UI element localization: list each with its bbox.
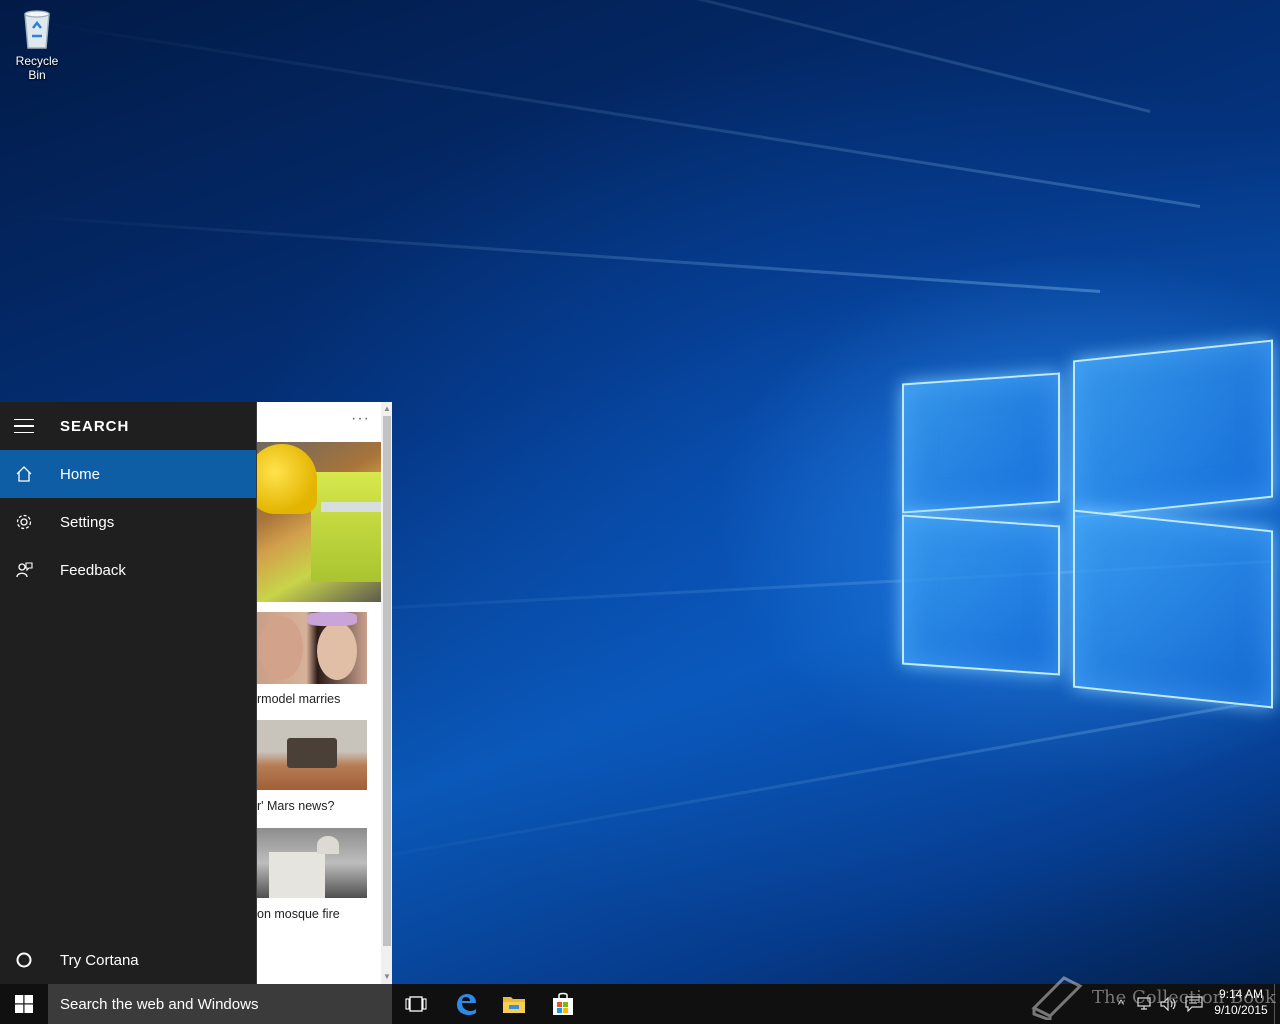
gear-icon	[0, 498, 48, 546]
nav-item-label: Feedback	[60, 561, 126, 579]
try-cortana-button[interactable]: Try Cortana	[0, 936, 256, 984]
news-caption[interactable]: on mosque fire	[257, 907, 340, 921]
taskbar-search-input[interactable]: Search the web and Windows	[48, 984, 392, 1024]
news-image-worker[interactable]	[257, 442, 381, 602]
feed-scrollbar[interactable]: ▲ ▼	[381, 402, 392, 984]
scroll-thumb[interactable]	[383, 416, 391, 946]
scroll-down-icon[interactable]: ▼	[383, 972, 391, 982]
search-nav-pane: SEARCH Home Settings Feedback Try Cortan…	[0, 402, 256, 984]
news-image-mars-rover[interactable]	[257, 720, 367, 790]
wallpaper-logo-pane	[1073, 509, 1273, 709]
news-caption[interactable]: rmodel marries	[257, 692, 340, 706]
feedback-icon	[0, 546, 48, 594]
more-options-icon[interactable]: ···	[351, 410, 370, 428]
wallpaper-logo-pane	[902, 372, 1060, 514]
windows-logo-icon	[15, 995, 33, 1013]
recycle-bin-shortcut[interactable]: Recycle Bin	[6, 6, 68, 82]
file-explorer-icon[interactable]	[490, 984, 538, 1024]
recycle-bin-icon	[19, 6, 55, 50]
news-image-couple[interactable]	[257, 612, 367, 684]
wallpaper-logo-pane	[1073, 339, 1273, 519]
task-view-icon[interactable]	[392, 984, 440, 1024]
edge-icon[interactable]	[442, 984, 490, 1024]
cortana-circle-icon	[0, 936, 48, 984]
nav-item-home[interactable]: Home	[0, 450, 256, 498]
home-icon	[0, 450, 48, 498]
watermark: The Collection Book	[1030, 972, 1276, 1022]
search-header: SEARCH	[0, 402, 256, 450]
news-caption[interactable]: r' Mars news?	[257, 799, 334, 813]
news-image-mosque[interactable]	[257, 828, 367, 898]
watermark-text: The Collection Book	[1092, 986, 1276, 1008]
nav-item-label: Settings	[60, 513, 115, 531]
try-cortana-label: Try Cortana	[60, 951, 139, 969]
news-feed-pane: ··· rmodel marries r' Mars news? on mosq…	[256, 402, 392, 984]
search-title: SEARCH	[60, 417, 130, 435]
nav-item-settings[interactable]: Settings	[0, 498, 256, 546]
nav-item-feedback[interactable]: Feedback	[0, 546, 256, 594]
store-icon[interactable]	[539, 984, 587, 1024]
recycle-bin-label: Recycle Bin	[15, 54, 59, 82]
hamburger-menu-button[interactable]	[0, 402, 48, 450]
wallpaper-logo-pane	[902, 514, 1060, 676]
nav-item-label: Home	[60, 465, 101, 483]
start-button[interactable]	[0, 984, 48, 1024]
book-icon	[1031, 976, 1083, 1020]
scroll-up-icon[interactable]: ▲	[383, 404, 391, 414]
